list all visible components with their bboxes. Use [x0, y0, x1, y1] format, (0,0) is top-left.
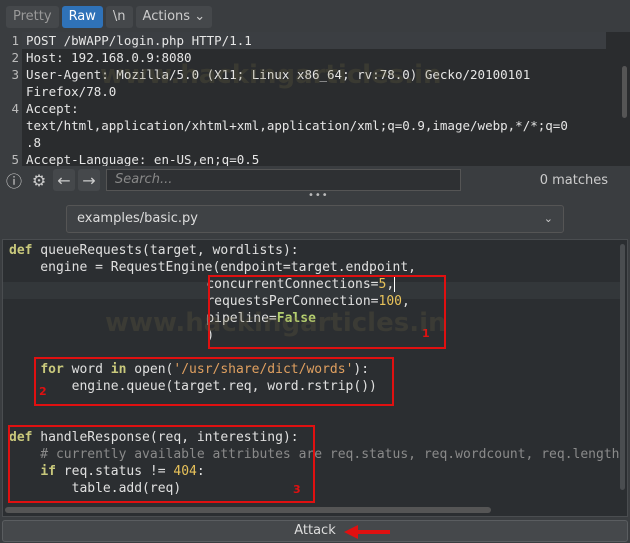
- script-file-name: examples/basic.py: [77, 211, 198, 226]
- line-number: 3: [11, 67, 19, 82]
- line-text: POST /bWAPP/login.php HTTP/1.1: [22, 32, 606, 49]
- annotation-arrow-icon: [344, 525, 390, 539]
- editor-horizontal-scrollbar[interactable]: [5, 507, 491, 513]
- gear-icon[interactable]: ⚙: [28, 169, 50, 191]
- actions-label: Actions: [142, 9, 191, 24]
- line-text: .8: [26, 135, 42, 150]
- script-select[interactable]: examples/basic.py ⌄: [66, 205, 564, 233]
- annotation-number: 1: [422, 327, 430, 340]
- code-line: ): [2, 328, 215, 343]
- request-scrollbar[interactable]: [622, 66, 627, 118]
- line-number: [0, 134, 22, 151]
- line-number: [0, 83, 22, 100]
- tab-raw[interactable]: Raw: [61, 6, 103, 28]
- line-text: text/html,application/xhtml+xml,applicat…: [26, 118, 568, 133]
- code-line: def queueRequests(target, wordlists):: [9, 243, 299, 258]
- tab-newline[interactable]: \n: [105, 6, 133, 28]
- actions-dropdown[interactable]: Actions ⌄: [135, 6, 213, 28]
- chevron-down-icon: ⌄: [543, 212, 553, 225]
- annotation-box-1: [208, 275, 446, 349]
- annotation-box-2: [34, 357, 394, 406]
- match-count: 0 matches: [539, 172, 608, 188]
- annotation-number: 2: [39, 385, 47, 398]
- code-line: engine = RequestEngine(endpoint=target.e…: [9, 260, 416, 275]
- chevron-down-icon: ⌄: [194, 9, 206, 24]
- request-line: 1 POST /bWAPP/login.php HTTP/1.1: [0, 32, 630, 49]
- request-line: 3 User-Agent: Mozilla/5.0 (X11; Linux x86…: [0, 66, 630, 83]
- tab-pretty[interactable]: Pretty: [6, 6, 59, 28]
- request-line: Firefox/78.0: [0, 83, 630, 100]
- arrow-left-icon[interactable]: ←: [53, 169, 75, 191]
- line-text: Accept:: [26, 101, 79, 116]
- resize-handle[interactable]: •••: [308, 190, 329, 201]
- annotation-number: 3: [293, 483, 301, 496]
- line-number: 4: [11, 101, 19, 116]
- attack-button[interactable]: Attack: [2, 520, 628, 542]
- editor-vertical-scrollbar[interactable]: [620, 244, 625, 490]
- line-number: 5: [11, 152, 19, 166]
- script-editor[interactable]: def queueRequests(target, wordlists): en…: [2, 239, 628, 517]
- request-line: 4 Accept:: [0, 100, 630, 117]
- request-line: text/html,application/xhtml+xml,applicat…: [0, 117, 630, 134]
- line-number: [0, 117, 22, 134]
- line-number: 2: [11, 50, 19, 65]
- view-tabs: Pretty Raw \n Actions ⌄: [6, 6, 213, 28]
- help-icon[interactable]: ⓘ: [3, 169, 25, 191]
- line-text: Accept-Language: en-US,en;q=0.5: [26, 152, 260, 166]
- annotation-box-3: [8, 425, 315, 503]
- arrow-right-icon[interactable]: →: [78, 169, 100, 191]
- line-text: User-Agent: Mozilla/5.0 (X11; Linux x86_…: [26, 67, 531, 82]
- line-text: Firefox/78.0: [26, 84, 117, 99]
- line-number: 1: [11, 33, 19, 48]
- search-input[interactable]: Search...: [106, 169, 461, 191]
- request-line: .8: [0, 134, 630, 151]
- request-line: 5 Accept-Language: en-US,en;q=0.5: [0, 151, 630, 166]
- request-line: 2 Host: 192.168.0.9:8080: [0, 49, 630, 66]
- request-editor[interactable]: 1 POST /bWAPP/login.php HTTP/1.1 2 Host: 19…: [0, 32, 630, 166]
- line-text: Host: 192.168.0.9:8080: [26, 50, 192, 65]
